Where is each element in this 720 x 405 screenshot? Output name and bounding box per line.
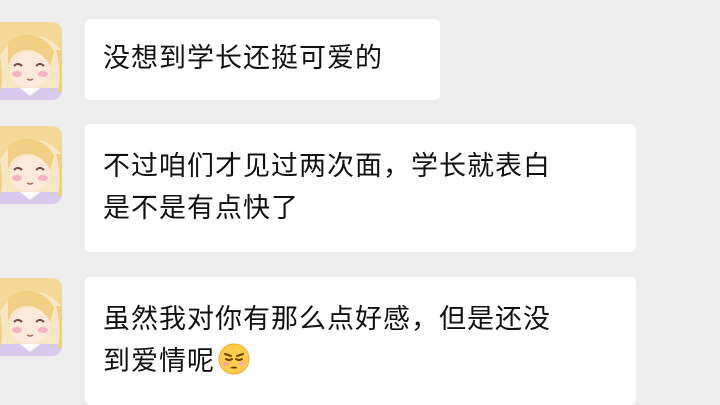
message-bubble[interactable]: 不过咱们才见过两次面，学长就表白 是不是有点快了 (85, 124, 636, 252)
message-text-line-with-emoji: 到爱情呢 (103, 341, 618, 383)
message-text-line: 不过咱们才见过两次面，学长就表白 (103, 151, 551, 182)
anime-girl-avatar-icon (0, 22, 62, 100)
anime-girl-avatar-icon (0, 278, 62, 356)
chat-message-list: 没想到学长还挺可爱的 不过咱们才见过两次面，学长就表白 是不是有点快了 虽然我对… (0, 0, 720, 405)
message-text-line: 是不是有点快了 (103, 193, 299, 224)
avatar[interactable] (0, 126, 62, 204)
message-bubble[interactable]: 虽然我对你有那么点好感，但是还没 到爱情呢 (85, 277, 636, 405)
message-text: 没想到学长还挺可爱的 (103, 43, 383, 74)
message-bubble[interactable]: 没想到学长还挺可爱的 (85, 19, 440, 100)
message-text: 到爱情呢 (103, 346, 215, 377)
avatar[interactable] (0, 278, 62, 356)
anime-girl-avatar-icon (0, 126, 62, 204)
message-text-line: 虽然我对你有那么点好感，但是还没 (103, 304, 551, 335)
pouting-face-emoji-icon (218, 343, 250, 375)
avatar[interactable] (0, 22, 62, 100)
